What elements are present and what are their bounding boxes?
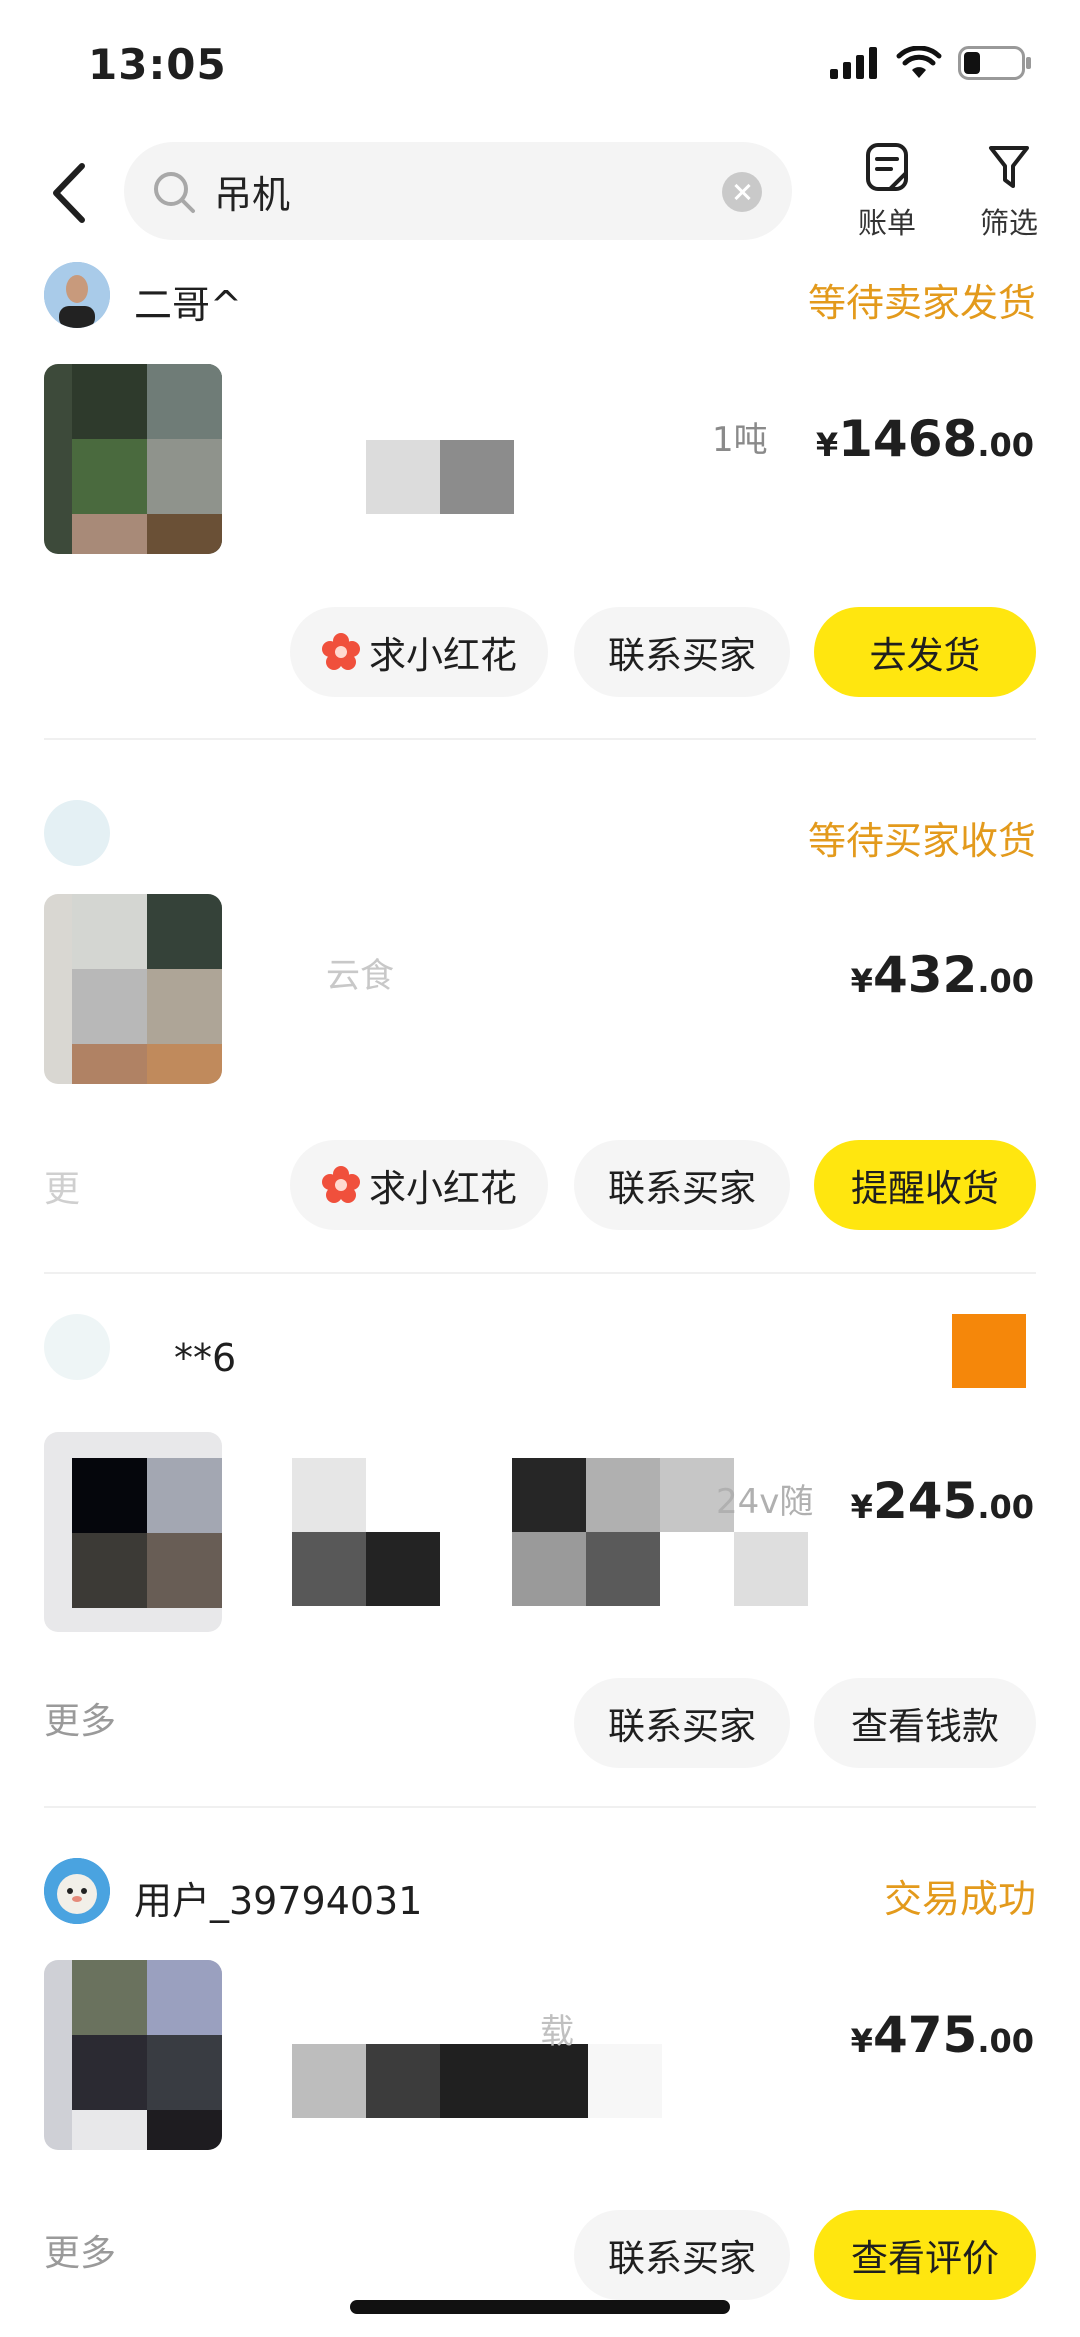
order-header: **6 [44, 1314, 1036, 1388]
search-input[interactable]: 吊机 [124, 142, 792, 240]
image-mosaic [72, 894, 222, 1084]
user-photo-icon [44, 262, 110, 328]
redacted-block [734, 1532, 808, 1606]
divider [44, 1272, 1036, 1274]
wifi-icon [896, 46, 942, 78]
order-card[interactable]: **6 24v随 ¥245.00 更多 联系买家 查看钱款 [0, 1314, 1080, 1794]
view-review-button[interactable]: 查看评价 [814, 2210, 1036, 2300]
filter-button[interactable]: 筛选 [964, 142, 1054, 242]
image-mosaic [72, 1960, 222, 2150]
close-circle-icon[interactable] [722, 172, 762, 212]
order-status: 等待卖家发货 [807, 281, 1036, 325]
order-card[interactable]: 等待买家收货 云食 ¥432.00 更 求小红花 联系买家 提醒收货 [0, 800, 1080, 1280]
product-image[interactable] [44, 364, 222, 554]
search-icon [154, 172, 195, 213]
chevron-left-icon [53, 163, 85, 223]
divider [44, 1806, 1036, 1808]
avatar[interactable] [44, 800, 110, 866]
image-mosaic [72, 1458, 222, 1632]
contact-buyer-button[interactable]: 联系买家 [574, 607, 790, 697]
image-mosaic [72, 364, 222, 554]
order-price: ¥245.00 [850, 1472, 1034, 1530]
avatar[interactable] [44, 262, 110, 328]
order-header: 等待买家收货 [44, 800, 1036, 870]
product-title-fragment: 24v随 [716, 1482, 814, 1522]
view-payment-button[interactable]: 查看钱款 [814, 1678, 1036, 1768]
order-card[interactable]: 二哥^ 等待卖家发货 1吨 ¥1468.00 求小红花 联系买家 去发货 [0, 262, 1080, 742]
ask-flower-label: 求小红花 [369, 1167, 517, 1210]
search-query: 吊机 [214, 173, 291, 217]
order-price: ¥1468.00 [815, 410, 1034, 468]
home-indicator[interactable] [350, 2300, 730, 2314]
signal-icon [830, 47, 877, 79]
status-redacted-block [952, 1314, 1026, 1388]
avatar[interactable] [44, 1858, 110, 1924]
contact-buyer-button[interactable]: 联系买家 [574, 1678, 790, 1768]
remind-receipt-button[interactable]: 提醒收货 [814, 1140, 1036, 1230]
seal-avatar-icon [44, 1858, 110, 1924]
product-image[interactable] [44, 1960, 222, 2150]
remind-receipt-label: 提醒收货 [851, 1167, 999, 1210]
more-link[interactable]: 更多 [44, 2224, 116, 2276]
order-card[interactable]: 用户_39794031 交易成功 载 ¥475.00 更多 联系买家 查看评价 [0, 1858, 1080, 2300]
contact-buyer-label: 联系买家 [608, 634, 756, 677]
status-time: 13:05 [88, 40, 227, 89]
battery-icon [958, 46, 1031, 80]
product-title-fragment: 云食 [326, 956, 394, 996]
redacted-title [292, 1458, 440, 1606]
contact-buyer-label: 联系买家 [608, 1705, 756, 1748]
product-image[interactable] [44, 894, 222, 1084]
buyer-name: 二哥^ [134, 283, 242, 327]
bill-button[interactable]: 账单 [842, 142, 932, 242]
order-status: 等待买家收货 [807, 819, 1036, 863]
buyer-name: **6 [174, 1336, 237, 1380]
order-status: 交易成功 [883, 1877, 1036, 1921]
redacted-title [366, 440, 514, 514]
contact-buyer-button[interactable]: 联系买家 [574, 1140, 790, 1230]
status-bar: 13:05 [0, 0, 1080, 130]
bill-icon [866, 143, 908, 191]
contact-buyer-label: 联系买家 [608, 2237, 756, 2280]
search-header: 吊机 账单 筛选 [0, 130, 1080, 255]
order-price: ¥475.00 [850, 2006, 1034, 2064]
avatar[interactable] [44, 1314, 110, 1380]
ask-flower-button[interactable]: 求小红花 [290, 1140, 548, 1230]
contact-buyer-button[interactable]: 联系买家 [574, 2210, 790, 2300]
filter-icon [989, 146, 1029, 188]
contact-buyer-label: 联系买家 [608, 1167, 756, 1210]
order-header: 用户_39794031 交易成功 [44, 1858, 1036, 1928]
ask-flower-button[interactable]: 求小红花 [290, 607, 548, 697]
product-title-fragment: 1吨 [712, 420, 768, 460]
flower-icon [322, 1166, 360, 1203]
redacted-title [292, 2044, 662, 2118]
filter-label: 筛选 [979, 206, 1038, 240]
ship-label: 去发货 [869, 634, 981, 677]
ship-button[interactable]: 去发货 [814, 607, 1036, 697]
flower-icon [322, 633, 360, 670]
status-icons [830, 46, 1032, 80]
more-link[interactable]: 更 [44, 1160, 80, 1212]
ask-flower-label: 求小红花 [369, 634, 517, 677]
redacted-title [512, 1458, 734, 1606]
order-price: ¥432.00 [850, 946, 1034, 1004]
order-header: 二哥^ 等待卖家发货 [44, 262, 1036, 332]
view-review-label: 查看评价 [851, 2237, 999, 2280]
divider [44, 738, 1036, 740]
product-image[interactable] [44, 1432, 222, 1632]
more-link[interactable]: 更多 [44, 1692, 116, 1744]
bill-label: 账单 [857, 206, 916, 240]
view-payment-label: 查看钱款 [851, 1705, 999, 1748]
product-title-fragment: 载 [540, 2012, 574, 2052]
buyer-name: 用户_39794031 [134, 1879, 423, 1923]
back-button[interactable] [44, 158, 96, 228]
